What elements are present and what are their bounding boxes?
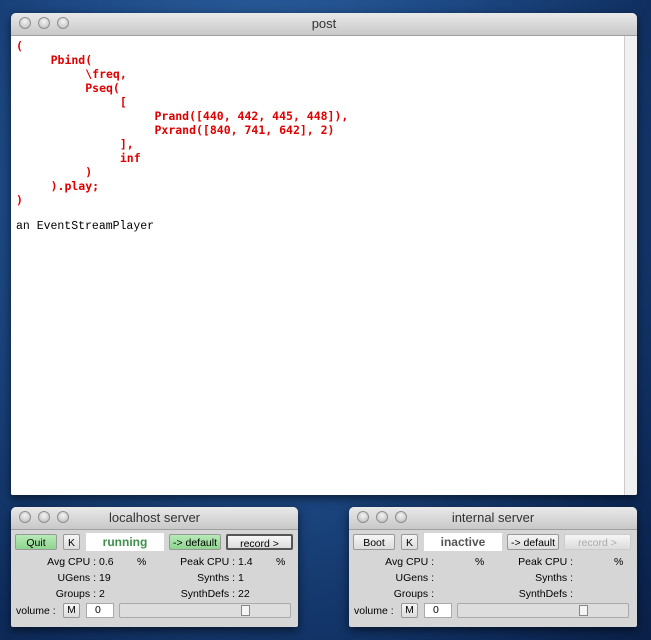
slider-thumb[interactable] <box>578 605 588 616</box>
title-bar[interactable]: post <box>11 13 637 36</box>
internal-server-window: internal server Boot K inactive -> defau… <box>349 507 637 627</box>
synths-label: Synths : <box>535 572 573 584</box>
post-window: post ( Pbind( \freq, Pseq( [ Prand([440,… <box>11 13 637 495</box>
peak-cpu-label: Peak CPU : <box>180 556 235 568</box>
percent-label: % <box>614 556 624 568</box>
volume-label: volume : <box>354 605 394 617</box>
window-title: localhost server <box>108 510 201 525</box>
minimize-icon[interactable] <box>38 17 50 29</box>
volume-field[interactable]: 0 <box>424 603 452 618</box>
avg-cpu-label: Avg CPU : <box>385 556 434 568</box>
boot-quit-button[interactable]: Quit <box>15 534 57 550</box>
status-display: running <box>86 533 164 551</box>
groups-value: 2 <box>99 588 105 600</box>
slider-thumb[interactable] <box>240 605 250 616</box>
groups-label: Groups : <box>393 588 434 600</box>
volume-label: volume : <box>16 605 56 617</box>
title-bar[interactable]: internal server <box>349 507 637 530</box>
window-title: internal server <box>451 510 535 525</box>
minimize-icon[interactable] <box>38 511 50 523</box>
kill-button[interactable]: K <box>63 534 80 550</box>
close-icon[interactable] <box>19 511 31 523</box>
zoom-icon[interactable] <box>57 511 69 523</box>
avg-cpu-value: 0.6 <box>99 556 114 568</box>
record-button[interactable]: record > <box>226 534 293 550</box>
code-block: ( Pbind( \freq, Pseq( [ Prand([440, 442,… <box>16 39 349 207</box>
zoom-icon[interactable] <box>395 511 407 523</box>
volume-field[interactable]: 0 <box>86 603 114 618</box>
percent-label: % <box>276 556 286 568</box>
kill-button[interactable]: K <box>401 534 418 550</box>
ugens-label: UGens : <box>57 572 96 584</box>
synths-label: Synths : <box>197 572 235 584</box>
synthdefs-value: 22 <box>238 588 250 600</box>
status-display: inactive <box>424 533 502 551</box>
post-text-area[interactable]: ( Pbind( \freq, Pseq( [ Prand([440, 442,… <box>11 36 625 495</box>
close-icon[interactable] <box>357 511 369 523</box>
boot-quit-button[interactable]: Boot <box>353 534 395 550</box>
default-button[interactable]: -> default <box>169 534 221 550</box>
title-bar[interactable]: localhost server <box>11 507 298 530</box>
ugens-value: 19 <box>99 572 111 584</box>
minimize-icon[interactable] <box>376 511 388 523</box>
synthdefs-label: SynthDefs : <box>180 588 235 600</box>
scrollbar[interactable] <box>624 36 637 495</box>
synthdefs-label: SynthDefs : <box>518 588 573 600</box>
output-line: an EventStreamPlayer <box>16 220 155 233</box>
avg-cpu-label: Avg CPU : <box>47 556 96 568</box>
mute-button[interactable]: M <box>63 603 80 618</box>
zoom-icon[interactable] <box>57 17 69 29</box>
peak-cpu-value: 1.4 <box>238 556 253 568</box>
close-icon[interactable] <box>19 17 31 29</box>
synths-value: 1 <box>238 572 244 584</box>
mute-button[interactable]: M <box>401 603 418 618</box>
volume-slider[interactable] <box>457 603 629 618</box>
peak-cpu-label: Peak CPU : <box>518 556 573 568</box>
default-button[interactable]: -> default <box>507 534 559 550</box>
ugens-label: UGens : <box>395 572 434 584</box>
localhost-server-window: localhost server Quit K running -> defau… <box>11 507 298 627</box>
record-button[interactable]: record > <box>564 534 631 550</box>
window-title: post <box>311 16 337 31</box>
volume-slider[interactable] <box>119 603 291 618</box>
groups-label: Groups : <box>55 588 96 600</box>
